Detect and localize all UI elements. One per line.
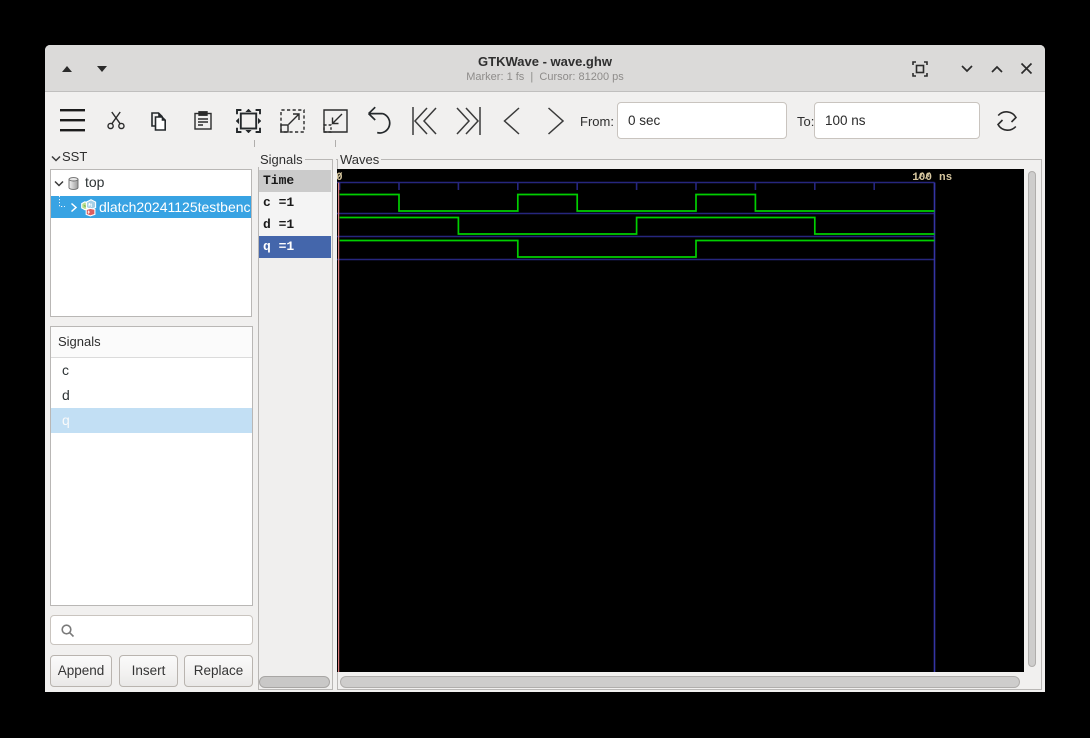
svg-text:ns: ns	[939, 172, 952, 184]
